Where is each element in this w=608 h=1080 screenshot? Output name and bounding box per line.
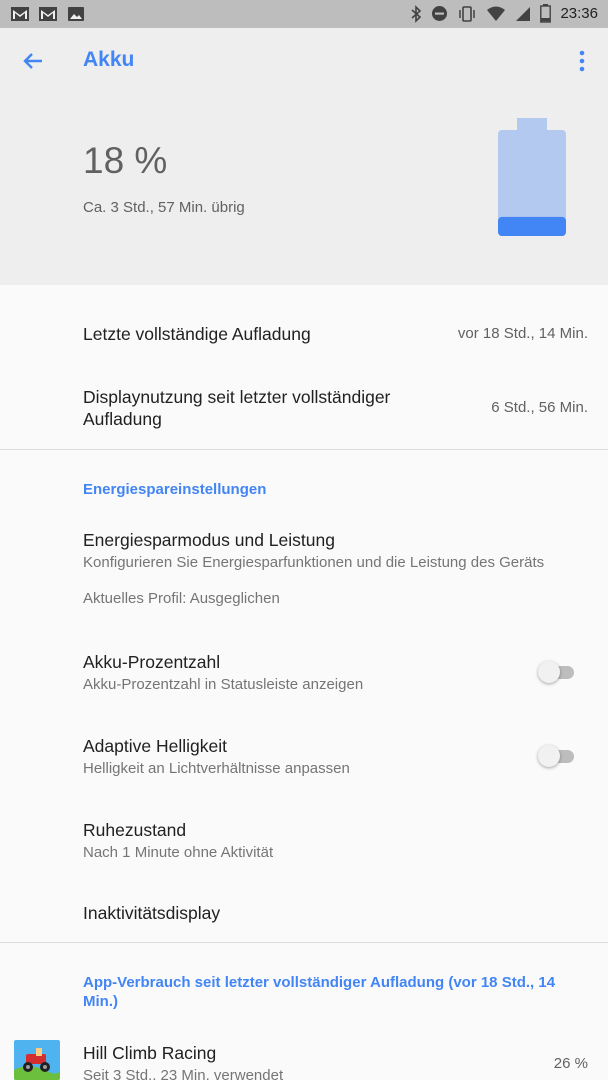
adaptive-brightness-toggle[interactable] (538, 744, 576, 768)
battery-percent: 18 % (83, 140, 168, 181)
toggle-thumb (538, 661, 560, 683)
divider (0, 449, 608, 450)
status-bar: 23:36 (0, 0, 608, 28)
section-title-energy: Energiespareinstellungen (83, 481, 267, 498)
clock: 23:36 (560, 5, 598, 22)
battery-percentage-title: Akku-Prozentzahl (83, 652, 221, 672)
battery-percentage-toggle[interactable] (538, 660, 576, 684)
page-title: Akku (83, 48, 135, 71)
gmail-icon (11, 7, 29, 21)
signal-icon (516, 6, 531, 21)
bluetooth-icon (411, 4, 422, 23)
battery-percentage-subtitle: Akku-Prozentzahl in Statusleiste anzeige… (83, 676, 364, 693)
battery-level-icon (498, 118, 566, 236)
power-mode-subtitle: Konfigurieren Sie Energiesparfunktionen … (83, 554, 545, 571)
divider (0, 942, 608, 943)
wifi-icon (487, 6, 506, 21)
hill-climb-racing-app-icon (14, 1040, 60, 1080)
display-usage-value: 6 Std., 56 Min. (491, 399, 588, 416)
power-mode-title: Energiesparmodus und Leistung (83, 530, 335, 550)
ambient-display-item[interactable]: Inaktivitätsdisplay (83, 902, 588, 924)
image-icon (68, 7, 84, 21)
section-title-app-usage: App-Verbrauch seit letzter vollständiger… (83, 974, 556, 1010)
app-name: Hill Climb Racing (83, 1043, 217, 1063)
battery-icon (540, 4, 552, 23)
battery-header: Akku 18 % Ca. 3 Std., 57 Min. übrig (0, 28, 608, 285)
toggle-thumb (538, 745, 560, 767)
dnd-icon (432, 6, 448, 21)
app-usage-item[interactable]: Hill Climb Racing Seit 3 Std., 23 Min. v… (83, 1042, 588, 1080)
power-mode-profile: Aktuelles Profil: Ausgeglichen (83, 590, 280, 607)
vibrate-icon (459, 5, 476, 22)
ambient-display-title: Inaktivitätsdisplay (83, 903, 221, 923)
adaptive-brightness-title: Adaptive Helligkeit (83, 736, 227, 756)
app-usage-percent: 26 % (553, 1055, 588, 1072)
adaptive-brightness-item[interactable]: Adaptive Helligkeit Helligkeit an Lichtv… (83, 735, 588, 779)
last-charge-value: vor 18 Std., 14 Min. (457, 325, 588, 342)
battery-remaining: Ca. 3 Std., 57 Min. übrig (83, 199, 245, 216)
adaptive-brightness-subtitle: Helligkeit an Lichtverhältnisse anpassen (83, 760, 350, 777)
sleep-title: Ruhezustand (83, 820, 187, 840)
gmail-icon (39, 7, 57, 21)
sleep-subtitle: Nach 1 Minute ohne Aktivität (83, 844, 274, 861)
more-options-icon[interactable] (572, 48, 592, 74)
app-usage-detail: Seit 3 Std., 23 Min. verwendet (83, 1067, 284, 1080)
battery-percentage-item[interactable]: Akku-Prozentzahl Akku-Prozentzahl in Sta… (83, 651, 588, 695)
last-full-charge-row[interactable]: Letzte vollständige Aufladung vor 18 Std… (83, 323, 588, 351)
sleep-item[interactable]: Ruhezustand Nach 1 Minute ohne Aktivität (83, 819, 588, 863)
back-arrow-icon[interactable] (18, 46, 48, 76)
power-mode-item[interactable]: Energiesparmodus und Leistung Konfigurie… (83, 529, 588, 609)
display-usage-row[interactable]: Displaynutzung seit letzter vollständige… (83, 386, 588, 432)
display-usage-label: Displaynutzung seit letzter vollständige… (83, 387, 391, 429)
